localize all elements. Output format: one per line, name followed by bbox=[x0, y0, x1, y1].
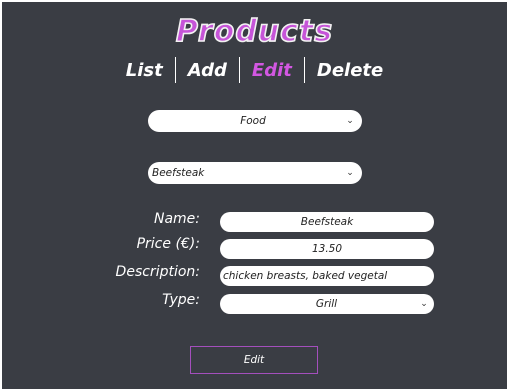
nav-item-add[interactable]: Add bbox=[176, 60, 239, 81]
description-field-value: chicken breasts, baked vegetal bbox=[223, 270, 388, 282]
nav-bar: List Add Edit Delete bbox=[0, 56, 509, 84]
category-select-value: Food bbox=[240, 115, 266, 127]
type-label: Type: bbox=[162, 292, 200, 308]
type-select-value: Grill bbox=[315, 298, 338, 310]
price-field[interactable]: 13.50 bbox=[220, 239, 434, 259]
nav-item-list[interactable]: List bbox=[114, 60, 175, 81]
nav-item-edit[interactable]: Edit bbox=[240, 60, 304, 81]
type-select[interactable]: Grill ⌄ bbox=[220, 294, 434, 314]
chevron-down-icon: ⌄ bbox=[420, 299, 428, 309]
description-field[interactable]: chicken breasts, baked vegetal bbox=[220, 266, 434, 286]
edit-button[interactable]: Edit bbox=[190, 346, 318, 374]
category-select[interactable]: Food ⌄ bbox=[148, 110, 362, 132]
price-label: Price (€): bbox=[136, 236, 200, 252]
chevron-down-icon: ⌄ bbox=[346, 168, 354, 178]
edit-button-label: Edit bbox=[243, 354, 265, 366]
page-title: Products bbox=[175, 13, 334, 50]
product-select[interactable]: Beefsteak ⌄ bbox=[148, 162, 362, 184]
price-field-value: 13.50 bbox=[311, 243, 343, 255]
name-label: Name: bbox=[153, 211, 200, 227]
chevron-down-icon: ⌄ bbox=[346, 116, 354, 126]
product-select-value: Beefsteak bbox=[152, 167, 205, 179]
description-label: Description: bbox=[115, 264, 200, 280]
name-field[interactable]: Beefsteak bbox=[220, 212, 434, 232]
name-field-value: Beefsteak bbox=[300, 216, 354, 228]
nav-item-delete[interactable]: Delete bbox=[305, 60, 395, 81]
